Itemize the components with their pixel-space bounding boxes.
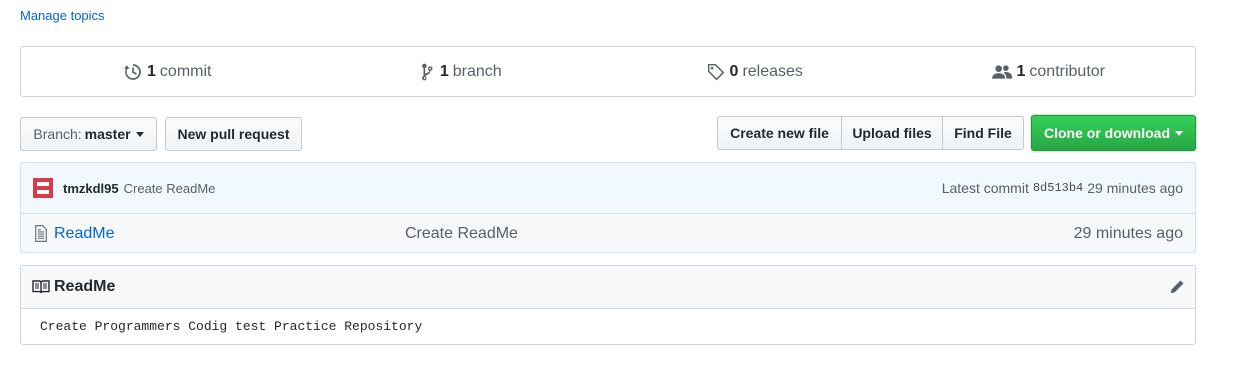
branch-name: master: [84, 126, 131, 142]
book-icon: [32, 280, 50, 294]
history-icon: [124, 63, 142, 81]
branches-label: branch: [452, 62, 502, 80]
avatar[interactable]: [33, 178, 53, 198]
readme-content: Create Programmers Codig test Practice R…: [40, 319, 423, 334]
file-commit-message-link[interactable]: Create ReadMe: [405, 225, 518, 243]
people-icon: [991, 63, 1012, 81]
contributors-label: contributor: [1029, 62, 1105, 80]
branches-count: 1: [439, 62, 449, 80]
manage-topics-link[interactable]: Manage topics: [20, 8, 105, 23]
upload-files-button[interactable]: Upload files: [841, 117, 942, 149]
latest-commit-prefix: Latest commit: [941, 180, 1029, 196]
readme-header: ReadMe: [21, 266, 1195, 309]
commits-count: 1: [147, 62, 156, 80]
branch-select-button[interactable]: Branch: master: [20, 117, 157, 151]
tag-icon: [707, 63, 725, 81]
git-branch-icon: [421, 63, 435, 81]
caret-down-icon: [135, 132, 144, 137]
readme-box: ReadMe Create Programmers Codig test Pra…: [20, 265, 1196, 345]
repo-numbers-summary: 1 commit 1 branch 0 releases 1 contribut…: [20, 46, 1196, 97]
branches-count-link[interactable]: 1 branch: [315, 47, 609, 96]
readme-title: ReadMe: [54, 278, 116, 295]
file-table: tmzkdl95 Create ReadMe Latest commit 8d5…: [20, 162, 1196, 253]
latest-commit-bar: tmzkdl95 Create ReadMe Latest commit 8d5…: [21, 163, 1195, 214]
pencil-icon[interactable]: [1169, 279, 1185, 295]
commits-count-link[interactable]: 1 commit: [21, 47, 315, 96]
find-file-button[interactable]: Find File: [942, 117, 1023, 149]
table-row: ReadMe Create ReadMe 29 minutes ago: [21, 214, 1195, 252]
caret-down-icon: [1175, 131, 1183, 136]
commit-sha-link[interactable]: 8d513b4: [1033, 181, 1083, 195]
commit-author-link[interactable]: tmzkdl95: [63, 181, 119, 196]
clone-or-download-label: Clone or download: [1044, 125, 1170, 141]
create-new-file-button[interactable]: Create new file: [718, 117, 841, 149]
releases-label: releases: [742, 62, 803, 80]
file-actions-group: Create new file Upload files Find File: [717, 116, 1024, 150]
commit-age: 29 minutes ago: [1087, 180, 1183, 196]
commit-message-link[interactable]: Create ReadMe: [124, 181, 216, 196]
contributors-count-link[interactable]: 1 contributor: [902, 47, 1196, 96]
commits-label: commit: [159, 62, 212, 80]
clone-or-download-button[interactable]: Clone or download: [1031, 115, 1196, 151]
file-text-icon: [34, 225, 48, 242]
file-age: 29 minutes ago: [1073, 224, 1183, 242]
contributors-count: 1: [1016, 62, 1026, 80]
commit-meta: Latest commit 8d513b4 29 minutes ago: [942, 163, 1183, 213]
releases-count: 0: [729, 62, 739, 80]
releases-count-link[interactable]: 0 releases: [608, 47, 902, 96]
file-name-link[interactable]: ReadMe: [54, 225, 114, 243]
branch-prefix: Branch:: [33, 126, 82, 142]
new-pull-request-button[interactable]: New pull request: [165, 117, 302, 151]
